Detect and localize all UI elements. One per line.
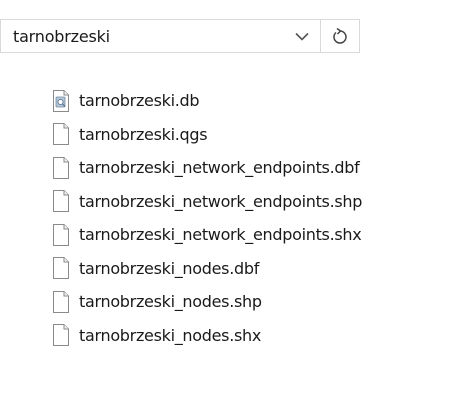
file-name: tarnobrzeski_network_endpoints.shx [79, 225, 362, 245]
database-file-icon [51, 89, 71, 112]
file-name: tarnobrzeski.db [79, 91, 200, 111]
file-item[interactable]: tarnobrzeski_nodes.dbf [51, 252, 362, 286]
blank-file-icon [51, 290, 71, 313]
file-name: tarnobrzeski_nodes.shx [79, 325, 262, 345]
file-name: tarnobrzeski.qgs [79, 124, 208, 144]
refresh-button[interactable] [321, 20, 359, 52]
file-name: tarnobrzeski_network_endpoints.shp [79, 191, 363, 211]
blank-file-icon [51, 324, 71, 347]
chevron-down-icon [294, 32, 309, 41]
address-bar[interactable]: tarnobrzeski [0, 19, 360, 53]
blank-file-icon [51, 156, 71, 179]
file-item[interactable]: tarnobrzeski_network_endpoints.shx [51, 218, 362, 252]
file-item[interactable]: tarnobrzeski_nodes.shp [51, 285, 362, 319]
address-dropdown-button[interactable] [283, 20, 320, 52]
file-item[interactable]: tarnobrzeski_network_endpoints.shp [51, 185, 362, 219]
file-name: tarnobrzeski_network_endpoints.dbf [79, 158, 360, 178]
file-item[interactable]: tarnobrzeski.qgs [51, 118, 362, 152]
file-item[interactable]: tarnobrzeski_nodes.shx [51, 319, 362, 353]
file-list: tarnobrzeski.db tarnobrzeski.qgs tarnobrze… [51, 84, 362, 352]
file-explorer-view: tarnobrzeski tarnobrzeski.db tarnobrzeski… [0, 0, 475, 414]
file-item[interactable]: tarnobrzeski_network_endpoints.dbf [51, 151, 362, 185]
blank-file-icon [51, 123, 71, 146]
blank-file-icon [51, 257, 71, 280]
blank-file-icon [51, 190, 71, 213]
file-name: tarnobrzeski_nodes.shp [79, 292, 262, 312]
blank-file-icon [51, 223, 71, 246]
file-name: tarnobrzeski_nodes.dbf [79, 258, 260, 278]
file-item[interactable]: tarnobrzeski.db [51, 84, 362, 118]
address-path[interactable]: tarnobrzeski [1, 27, 283, 46]
refresh-icon [333, 27, 347, 44]
